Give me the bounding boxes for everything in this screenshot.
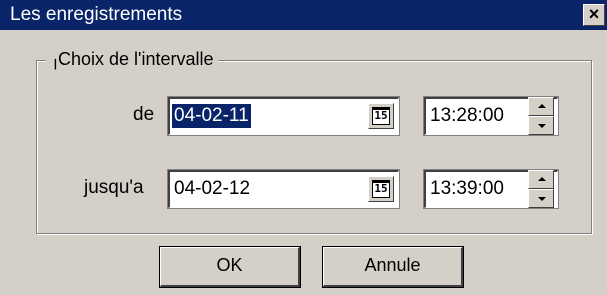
calendar-icon: 15 [372, 107, 390, 125]
to-calendar-button[interactable]: 15 [368, 176, 394, 202]
from-label: de [133, 104, 155, 125]
dialog-window: Les enregistrements × ╷Choix de l'interv… [0, 0, 607, 295]
arrow-down-icon [538, 197, 546, 201]
arrow-up-icon [538, 177, 546, 181]
to-time-value: 13:39:00 [430, 178, 504, 199]
to-time-down-button[interactable] [528, 189, 554, 208]
groupbox-legend-text: Choix de l'intervalle [58, 49, 214, 69]
from-time-value: 13:28:00 [430, 105, 504, 126]
calendar-icon: 15 [372, 180, 390, 198]
arrow-up-icon [538, 104, 546, 108]
title-bar[interactable]: Les enregistrements × [0, 0, 607, 30]
from-time-down-button[interactable] [528, 116, 554, 135]
groupbox-legend: ╷Choix de l'intervalle [46, 48, 218, 70]
legend-tick-icon: ╷ [50, 49, 61, 69]
to-date-field[interactable]: 04-02-12 [167, 169, 400, 209]
to-time-spinner[interactable] [528, 170, 554, 208]
ok-button[interactable]: OK [159, 246, 301, 288]
close-icon: × [588, 4, 600, 24]
from-date-field[interactable]: 04-02-11 [167, 96, 400, 136]
from-time-spinner[interactable] [528, 97, 554, 135]
to-time-up-button[interactable] [528, 170, 554, 189]
close-button[interactable]: × [583, 4, 605, 26]
to-date-value: 04-02-12 [174, 178, 251, 199]
from-date-value: 04-02-11 [172, 104, 251, 128]
arrow-down-icon [538, 124, 546, 128]
to-label: jusqu'a [84, 177, 144, 198]
from-time-up-button[interactable] [528, 97, 554, 116]
from-calendar-button[interactable]: 15 [368, 103, 394, 129]
cancel-button[interactable]: Annule [322, 246, 464, 288]
window-title: Les enregistrements [10, 4, 183, 25]
